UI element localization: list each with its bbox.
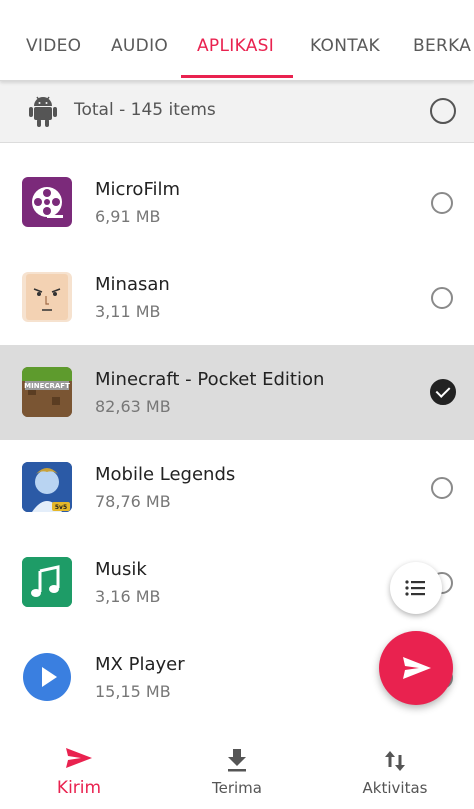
send-button[interactable] — [379, 631, 453, 705]
app-size: 78,76 MB — [95, 492, 171, 511]
selection-list-button[interactable] — [390, 562, 442, 614]
category-tab-bar: VIDEO AUDIO APLIKASI KONTAK BERKA — [0, 0, 474, 81]
active-tab-indicator — [181, 75, 293, 78]
swap-vertical-icon — [385, 751, 405, 771]
select-radio-checked[interactable] — [430, 379, 456, 405]
app-name: Minecraft - Pocket Edition — [95, 369, 325, 390]
tab-audio[interactable]: AUDIO — [111, 36, 168, 56]
app-size: 15,15 MB — [95, 682, 171, 701]
android-icon — [29, 96, 57, 127]
send-icon — [403, 657, 431, 679]
minecraft-app-icon: MINECRAFT — [22, 367, 72, 417]
svg-text:5v5: 5v5 — [55, 504, 67, 511]
send-icon — [66, 748, 92, 768]
nav-label: Aktivitas — [362, 779, 428, 797]
app-name: Minasan — [95, 274, 170, 295]
download-icon — [228, 749, 246, 772]
list-item[interactable]: MicroFilm 6,91 MB — [0, 155, 474, 250]
select-radio[interactable] — [431, 287, 453, 309]
select-radio[interactable] — [431, 192, 453, 214]
app-name: Musik — [95, 559, 147, 580]
nav-label: Terima — [212, 779, 262, 797]
list-item[interactable]: MINECRAFT Minecraft - Pocket Edition 82,… — [0, 345, 474, 440]
bottom-navigation: Kirim Terima Aktivitas — [0, 735, 474, 809]
tab-kontak[interactable]: KONTAK — [310, 36, 380, 56]
total-items-label: Total - 145 items — [74, 100, 216, 120]
nav-kirim[interactable]: Kirim — [0, 735, 158, 809]
nav-terima[interactable]: Terima — [158, 735, 316, 809]
app-size: 3,16 MB — [95, 587, 161, 606]
tab-video[interactable]: VIDEO — [26, 36, 81, 56]
microfilm-app-icon — [22, 177, 72, 227]
minasan-app-icon — [22, 272, 72, 322]
list-item[interactable]: Minasan 3,11 MB — [0, 250, 474, 345]
nav-aktivitas[interactable]: Aktivitas — [316, 735, 474, 809]
mobile-legends-app-icon: 5v5 — [22, 462, 72, 512]
select-all-radio[interactable] — [430, 98, 456, 124]
select-all-row[interactable] — [0, 80, 474, 143]
app-name: Mobile Legends — [95, 464, 236, 485]
app-size: 6,91 MB — [95, 207, 161, 226]
list-item[interactable]: 5v5 Mobile Legends 78,76 MB — [0, 440, 474, 535]
app-size: 82,63 MB — [95, 397, 171, 416]
select-radio[interactable] — [431, 477, 453, 499]
tab-aplikasi[interactable]: APLIKASI — [197, 36, 274, 56]
app-name: MicroFilm — [95, 179, 181, 200]
musik-app-icon — [22, 557, 72, 607]
mx-player-app-icon — [22, 652, 72, 702]
svg-text:MINECRAFT: MINECRAFT — [24, 382, 70, 390]
app-name: MX Player — [95, 654, 185, 675]
nav-label: Kirim — [56, 778, 102, 798]
app-size: 3,11 MB — [95, 302, 161, 321]
list-icon — [405, 580, 425, 596]
tab-berkas[interactable]: BERKA — [413, 36, 471, 56]
